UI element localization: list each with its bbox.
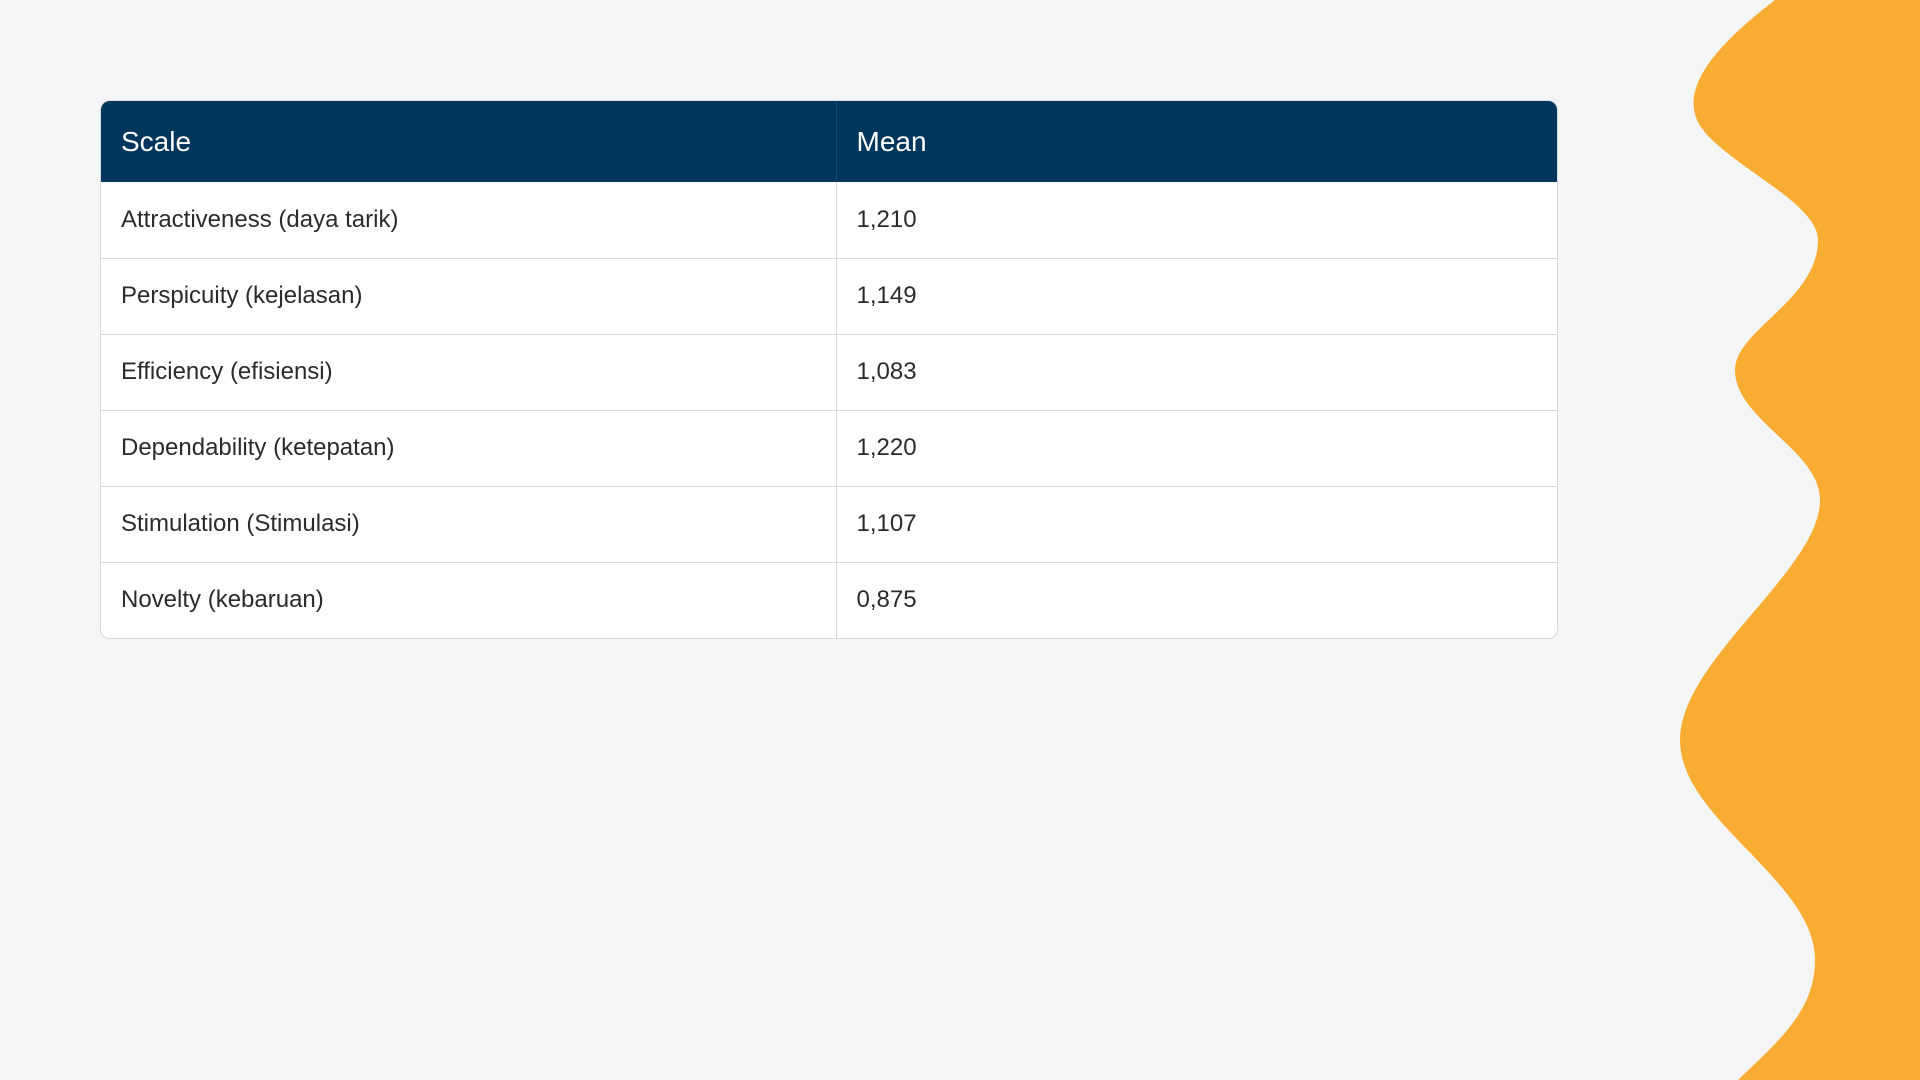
mean-cell: 1,149 xyxy=(835,257,1557,334)
scale-mean-table-container: Scale Mean Attractiveness (daya tarik) 1… xyxy=(100,100,1558,639)
table-header: Scale Mean xyxy=(101,101,1557,182)
scale-cell: Stimulation (Stimulasi) xyxy=(101,485,836,562)
header-mean: Mean xyxy=(835,101,1557,182)
header-scale: Scale xyxy=(101,101,836,182)
wave-fill xyxy=(1680,0,1920,1080)
mean-cell: 1,083 xyxy=(835,333,1557,410)
slide: Scale Mean Attractiveness (daya tarik) 1… xyxy=(0,0,1920,1080)
mean-cell: 1,220 xyxy=(835,409,1557,486)
scale-mean-table: Scale Mean Attractiveness (daya tarik) 1… xyxy=(101,101,1557,638)
mean-cell: 1,210 xyxy=(835,182,1557,258)
scale-cell: Perspicuity (kejelasan) xyxy=(101,257,836,334)
mean-cell: 1,107 xyxy=(835,485,1557,562)
scale-cell: Dependability (ketepatan) xyxy=(101,409,836,486)
table-row: Attractiveness (daya tarik) 1,210 xyxy=(101,182,1557,258)
table-body: Attractiveness (daya tarik) 1,210 Perspi… xyxy=(101,182,1557,638)
scale-cell: Novelty (kebaruan) xyxy=(101,561,836,638)
table-row: Perspicuity (kejelasan) 1,149 xyxy=(101,257,1557,334)
table-header-row: Scale Mean xyxy=(101,101,1557,182)
table-row: Efficiency (efisiensi) 1,083 xyxy=(101,333,1557,410)
scale-cell: Attractiveness (daya tarik) xyxy=(121,205,399,233)
mean-cell: 0,875 xyxy=(835,561,1557,638)
decorative-wave-shape xyxy=(1680,0,1920,1080)
table-row: Dependability (ketepatan) 1,220 xyxy=(101,409,1557,486)
scale-cell: Efficiency (efisiensi) xyxy=(101,333,836,410)
table-row: Stimulation (Stimulasi) 1,107 xyxy=(101,485,1557,562)
table-row: Novelty (kebaruan) 0,875 xyxy=(101,561,1557,638)
